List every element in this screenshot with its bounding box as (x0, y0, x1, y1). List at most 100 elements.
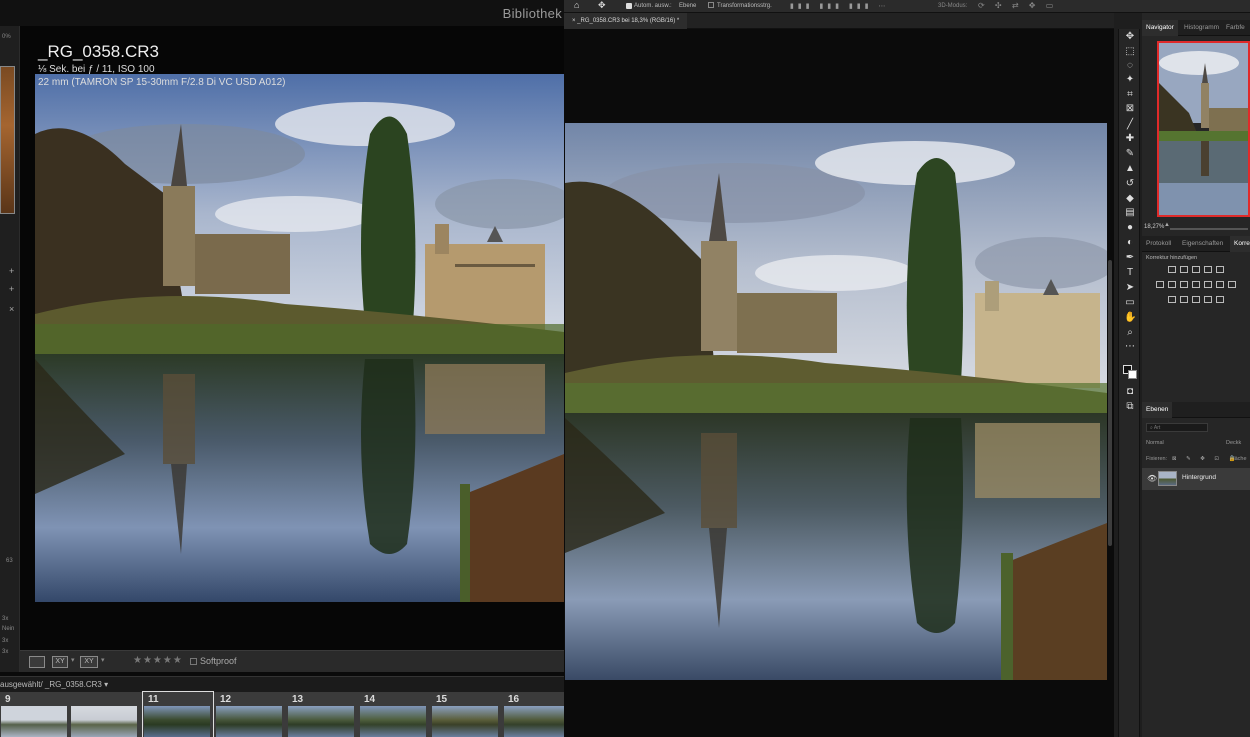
quick-mask-icon[interactable]: ◘ (1124, 386, 1136, 398)
lock-label: Fixieren: (1146, 456, 1168, 462)
transform-checkbox[interactable] (708, 2, 714, 8)
plus-icon[interactable]: + (9, 284, 14, 294)
photo-filename: _RG_0358.CR3 (38, 42, 159, 61)
stamp-tool-icon[interactable]: ▲ (1124, 163, 1136, 175)
navigator-tabs: Navigator Histogramm Farbfe (1142, 20, 1250, 36)
marquee-tool-icon[interactable]: ⬚ (1124, 46, 1136, 58)
filmstrip-frame[interactable]: 16 (503, 692, 564, 737)
close-icon[interactable]: × (9, 304, 14, 314)
black-white-icon[interactable] (1180, 281, 1188, 288)
hand-tool-icon[interactable]: ✋ (1124, 312, 1136, 324)
layer-filter[interactable]: ⌕ Art (1146, 423, 1208, 432)
eraser-icon[interactable]: ◆ (1124, 193, 1136, 205)
chevron-down-icon[interactable]: ▾ (101, 656, 105, 664)
filmstrip-frame[interactable] (70, 692, 140, 737)
tab-layers[interactable]: Ebenen (1142, 402, 1173, 418)
document-tab[interactable]: × _RG_0358.CR3 bei 18,3% (RGB/16) * (564, 13, 688, 29)
panel-value: 3x (2, 649, 9, 655)
type-tool-icon[interactable]: T (1124, 267, 1136, 279)
channel-mixer-icon[interactable] (1204, 281, 1212, 288)
path-select-icon[interactable]: ➤ (1124, 282, 1136, 294)
magic-wand-icon[interactable]: ✦ (1124, 74, 1136, 86)
loupe-view-button[interactable] (29, 656, 45, 668)
auto-select-checkbox[interactable] (626, 3, 632, 9)
home-icon[interactable]: ⌂ (574, 0, 579, 10)
pen-tool-icon[interactable]: ✒ (1124, 252, 1136, 264)
invert-icon[interactable] (1168, 296, 1176, 303)
background-color-swatch[interactable] (1128, 370, 1137, 379)
zoom-tool-icon[interactable]: ⌕ (1124, 327, 1136, 339)
options-bar: ⌂ ✥ Autom. ausw.: Ebene Transformationss… (564, 0, 1250, 13)
zoom-value[interactable]: 18,27% (1144, 224, 1164, 230)
blend-mode-select[interactable]: Normal (1146, 440, 1164, 446)
layer-row[interactable]: 👁 Hintergrund (1142, 468, 1250, 490)
softproof-checkbox[interactable] (190, 658, 197, 665)
blur-tool-icon[interactable]: ● (1124, 222, 1136, 234)
transform-label: Transformationsstrg. (717, 3, 772, 9)
filmstrip-frame[interactable]: 12 (215, 692, 285, 737)
photo-preview[interactable] (35, 74, 564, 602)
zoom-slider[interactable] (1170, 228, 1248, 230)
layer-select-dropdown[interactable]: Ebene (679, 3, 696, 9)
lightroom-window: Bibliothek 0% + + × 63 3x Nein 3x 3x _RG… (0, 0, 564, 737)
tab-adjustments[interactable]: Korre (1230, 236, 1250, 252)
tools-panel: ✥ ⬚ ◌ ✦ ⌗ ⊠ ╱ ✚ ✎ ▲ ↺ ◆ ▤ ● ◐ ✒ T ➤ ▭ ✋ … (1118, 29, 1140, 737)
more-tools-icon[interactable]: ⋯ (1124, 341, 1136, 353)
brush-tool-icon[interactable]: ✎ (1124, 148, 1136, 160)
vibrance-adjust-icon[interactable] (1216, 266, 1224, 273)
filmstrip-frame[interactable]: 11 (142, 691, 214, 737)
tab-navigator[interactable]: Navigator (1142, 20, 1178, 36)
crop-tool-icon[interactable]: ⌗ (1124, 89, 1136, 101)
vertical-scrollbar[interactable] (1108, 260, 1112, 546)
plus-icon[interactable]: + (9, 266, 14, 276)
gradient-tool-icon[interactable]: ▤ (1124, 207, 1136, 219)
shape-tool-icon[interactable]: ▭ (1124, 297, 1136, 309)
visibility-eye-icon[interactable]: 👁 (1147, 474, 1157, 483)
navigator-preview[interactable] (1157, 41, 1250, 217)
curves-adjust-icon[interactable] (1192, 266, 1200, 273)
move-tool-icon[interactable]: ✥ (598, 0, 606, 11)
module-label[interactable]: Bibliothek (503, 6, 562, 21)
selective-color-icon[interactable] (1216, 296, 1224, 303)
move-tool-icon[interactable]: ✥ (1124, 31, 1136, 43)
filmstrip-frame[interactable]: 9 (0, 692, 70, 737)
properties-tabs: Protokoll Eigenschaften Korre (1142, 236, 1250, 252)
healing-brush-icon[interactable]: ✚ (1124, 133, 1136, 145)
threshold-icon[interactable] (1192, 296, 1200, 303)
lightroom-top-bar: Bibliothek (0, 0, 564, 26)
frame-tool-icon[interactable]: ⊠ (1124, 103, 1136, 115)
3d-mode-icons[interactable]: ⟳ ✣ ⇄ ✥ ▭ (978, 1, 1057, 10)
exposure-adjust-icon[interactable] (1204, 266, 1212, 273)
brightness-adjust-icon[interactable] (1168, 266, 1176, 273)
tab-properties[interactable]: Eigenschaften (1178, 236, 1227, 252)
tab-history[interactable]: Protokoll (1142, 236, 1175, 252)
grid-adjust-icon[interactable] (1228, 281, 1236, 288)
photo-filter-icon[interactable] (1192, 281, 1200, 288)
fill-label: Fläche (1230, 456, 1247, 462)
lasso-tool-icon[interactable]: ◌ (1124, 60, 1136, 72)
filmstrip-frame[interactable]: 15 (431, 692, 501, 737)
color-lookup-icon[interactable] (1216, 281, 1224, 288)
gradient-map-icon[interactable] (1204, 296, 1212, 303)
align-icons[interactable]: ▮▮▮ ▮▮▮ ▮▮▮ ⋯ (790, 2, 890, 10)
star-rating[interactable]: ★★★★★ (133, 655, 183, 666)
survey-view-button[interactable]: XY (80, 656, 98, 668)
screen-mode-icon[interactable]: ⧉ (1124, 401, 1136, 413)
eyedropper-icon[interactable]: ╱ (1124, 119, 1136, 131)
tab-color[interactable]: Farbfe (1222, 20, 1249, 36)
filmstrip-frame[interactable]: 13 (287, 692, 357, 737)
tab-histogram[interactable]: Histogramm (1180, 20, 1223, 36)
document-image[interactable] (565, 123, 1107, 680)
panel-value: Nein (2, 626, 15, 632)
chevron-down-icon[interactable]: ▾ (71, 656, 75, 664)
filmstrip-source[interactable]: ausgewählt/ _RG_0358.CR3 ▾ (0, 680, 108, 689)
navigator-thumbnail[interactable] (0, 66, 15, 214)
compare-view-button[interactable]: XY (52, 656, 68, 668)
history-brush-icon[interactable]: ↺ (1124, 178, 1136, 190)
color-balance-icon[interactable] (1168, 281, 1176, 288)
hue-saturation-icon[interactable] (1156, 281, 1164, 288)
filmstrip-frame[interactable]: 14 (359, 692, 429, 737)
dodge-tool-icon[interactable]: ◐ (1124, 237, 1136, 249)
levels-adjust-icon[interactable] (1180, 266, 1188, 273)
posterize-icon[interactable] (1180, 296, 1188, 303)
